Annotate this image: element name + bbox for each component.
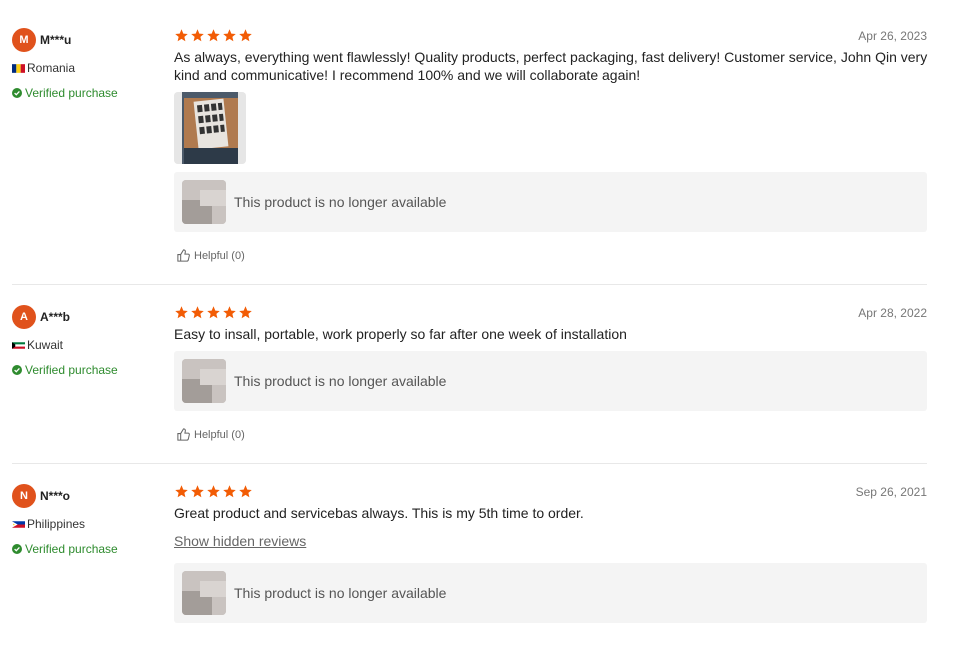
verified-badge: Verified purchase <box>12 363 118 377</box>
product-card[interactable]: This product is no longer available <box>174 351 927 411</box>
product-thumbnail-image <box>182 359 226 403</box>
country-label: Romania <box>27 61 76 75</box>
product-unavailable-text: This product is no longer available <box>234 194 447 210</box>
country-label: Kuwait <box>27 338 64 352</box>
product-thumbnail-image <box>182 571 226 615</box>
product-unavailable-text: This product is no longer available <box>234 585 447 601</box>
product-card[interactable]: This product is no longer available <box>174 172 927 232</box>
helpful-label: Helpful (0) <box>194 249 245 262</box>
verified-check-icon <box>12 544 22 554</box>
product-unavailable-text: This product is no longer available <box>234 373 447 389</box>
verified-label: Verified purchase <box>25 363 118 377</box>
star-icon <box>175 306 188 319</box>
star-icon <box>239 485 252 498</box>
review-divider <box>12 284 927 285</box>
star-icon <box>207 29 220 42</box>
verified-label: Verified purchase <box>25 542 118 556</box>
product-thumbnail <box>182 359 226 403</box>
review-photo-image <box>174 92 246 164</box>
helpful-label: Helpful (0) <box>194 428 245 441</box>
review-photo[interactable] <box>174 92 246 164</box>
star-icon <box>223 29 236 42</box>
avatar: N <box>12 484 36 508</box>
review-text: Great product and servicebas always. Thi… <box>174 505 584 521</box>
review-divider <box>12 463 927 464</box>
verified-badge: Verified purchase <box>12 86 118 100</box>
kuwait-flag-icon <box>12 341 25 349</box>
product-thumbnail <box>182 180 226 224</box>
star-icon <box>223 485 236 498</box>
star-icon <box>191 306 204 319</box>
country-label: Philippines <box>27 517 86 531</box>
verified-check-icon <box>12 88 22 98</box>
star-icon <box>223 306 236 319</box>
star-icon <box>207 485 220 498</box>
review-text: As always, everything went flawlessly! Q… <box>174 49 928 83</box>
star-rating <box>174 484 253 499</box>
helpful-button[interactable]: Helpful (0) <box>176 248 245 263</box>
star-rating <box>174 305 253 320</box>
product-card[interactable]: This product is no longer available <box>174 563 927 623</box>
star-icon <box>191 29 204 42</box>
avatar: A <box>12 305 36 329</box>
reviewer-name: N***o <box>40 489 71 503</box>
philippines-flag-icon <box>12 520 25 528</box>
reviewer-country: Kuwait <box>12 338 63 352</box>
thumbs-up-icon <box>177 428 190 441</box>
verified-label: Verified purchase <box>25 86 118 100</box>
review-date: Sep 26, 2021 <box>855 485 927 499</box>
star-icon <box>175 485 188 498</box>
reviewer-country: Philippines <box>12 517 85 531</box>
star-rating <box>174 28 253 43</box>
star-icon <box>191 485 204 498</box>
star-icon <box>207 306 220 319</box>
star-icon <box>239 306 252 319</box>
show-hidden-reviews-link[interactable]: Show hidden reviews <box>174 533 306 549</box>
avatar: M <box>12 28 36 52</box>
reviewer-name: M***u <box>40 33 72 47</box>
product-thumbnail-image <box>182 180 226 224</box>
reviewer-name: A***b <box>40 310 71 324</box>
star-icon <box>175 29 188 42</box>
review-date: Apr 28, 2022 <box>858 306 927 320</box>
reviewer-country: Romania <box>12 61 75 75</box>
romania-flag-icon <box>12 63 25 73</box>
verified-check-icon <box>12 365 22 375</box>
thumbs-up-icon <box>177 249 190 262</box>
helpful-button[interactable]: Helpful (0) <box>176 427 245 442</box>
product-thumbnail <box>182 571 226 615</box>
star-icon <box>239 29 252 42</box>
review-text: Easy to insall, portable, work properly … <box>174 326 627 342</box>
verified-badge: Verified purchase <box>12 542 118 556</box>
review-date: Apr 26, 2023 <box>858 29 927 43</box>
